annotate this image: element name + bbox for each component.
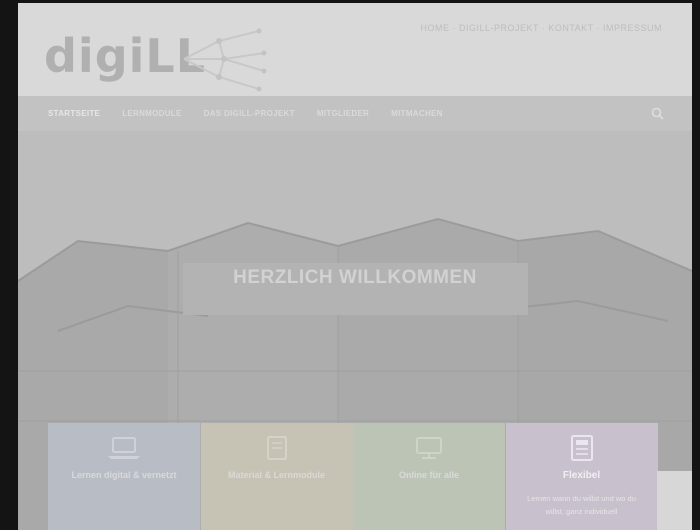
side-strip [657, 471, 692, 530]
network-icon [183, 28, 267, 92]
nav-item-digill-projekt[interactable]: DAS DIGILL-PROJEKT [204, 109, 295, 118]
feature-card-4[interactable]: Flexibel Lernen wann du willst und wo du… [505, 423, 658, 530]
nav-item-startseite[interactable]: STARTSEITE [48, 109, 100, 118]
screen-icon [416, 437, 442, 459]
feature-card-3[interactable]: Online für alle [353, 423, 505, 530]
feature-card-1[interactable]: Lernen digital & vernetzt [48, 423, 200, 530]
book-icon [266, 436, 287, 460]
document-icon [570, 435, 593, 461]
feature-card-2[interactable]: Material & Lernmodule [200, 423, 353, 530]
nav-item-lernmodule[interactable]: LERNMODULE [122, 109, 181, 118]
hero-title: HERZLICH WILLKOMMEN [233, 267, 477, 288]
nav-item-mitglieder[interactable]: MITGLIEDER [317, 109, 369, 118]
card-title: Online für alle [398, 470, 459, 480]
webpage: digiLL HOME · DIGILL-PROJEKT · KONTAKT ·… [18, 3, 692, 530]
utility-links[interactable]: HOME · DIGILL-PROJEKT · KONTAKT · IMPRES… [420, 23, 662, 33]
main-navigation: STARTSEITE LERNMODULE DAS DIGILL-PROJEKT… [18, 96, 692, 131]
card-title: Material & Lernmodule [227, 470, 326, 480]
card-title: Lernen digital & vernetzt [71, 470, 177, 480]
feature-cards: Lernen digital & vernetzt Material & Ler… [48, 423, 658, 530]
search-icon[interactable] [651, 107, 664, 120]
card-text: Lernen wann du willst und wo du willst, … [527, 494, 636, 516]
site-header: digiLL HOME · DIGILL-PROJEKT · KONTAKT ·… [18, 3, 692, 96]
nav-item-mitmachen[interactable]: MITMACHEN [391, 109, 443, 118]
laptop-icon [108, 437, 140, 459]
site-logo[interactable]: digiLL [44, 23, 267, 95]
card-title: Flexibel [562, 470, 601, 481]
